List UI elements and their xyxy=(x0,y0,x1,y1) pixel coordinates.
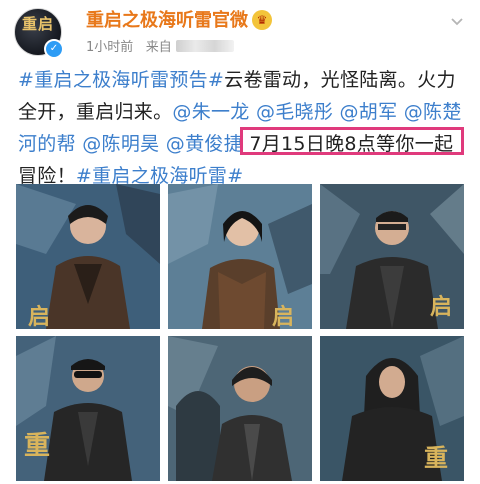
post-meta: 1小时前 来自 xyxy=(86,36,234,55)
poster-image[interactable]: 重 xyxy=(16,336,160,481)
svg-text:重: 重 xyxy=(424,443,448,472)
poster-art: 启 xyxy=(16,184,160,329)
poster-image[interactable]: 启 xyxy=(320,184,464,329)
verified-icon: ✓ xyxy=(44,39,64,59)
user-name[interactable]: 重启之极海听雷官微 ♛ xyxy=(86,6,272,32)
poster-art: 启 xyxy=(320,184,464,329)
poster-art xyxy=(168,336,312,481)
mention-link[interactable]: @陈明昊 xyxy=(82,133,159,155)
svg-text:启: 启 xyxy=(272,304,294,329)
post-source-prefix: 来自 xyxy=(145,40,172,55)
vip-crown-icon: ♛ xyxy=(252,10,272,30)
poster-art: 重 xyxy=(16,336,160,481)
redacted-source xyxy=(175,40,234,52)
post-text: #重启之极海听雷预告#云卷雷动，光怪陆离。火力全开，重启归来。@朱一龙 @毛晓彤… xyxy=(18,64,468,192)
chevron-down-icon[interactable] xyxy=(450,14,464,28)
mention-link[interactable]: @黄俊捷 xyxy=(166,133,243,155)
poster-image[interactable]: 启 xyxy=(168,184,312,329)
poster-image[interactable]: 重 xyxy=(320,336,464,481)
poster-art: 启 xyxy=(168,184,312,329)
svg-text:启: 启 xyxy=(430,294,452,320)
poster-image[interactable] xyxy=(168,336,312,481)
image-grid: 启 启 启 重 重 xyxy=(16,184,464,484)
user-name-text: 重启之极海听雷官微 xyxy=(86,10,248,31)
highlighted-text: 7月15日晚8点等你一 xyxy=(249,133,434,155)
poster-art: 重 xyxy=(320,336,464,481)
mention-link[interactable]: @毛晓彤 xyxy=(256,101,333,123)
post-time: 1小时前 xyxy=(86,40,134,55)
hashtag-link[interactable]: #重启之极海听雷预告# xyxy=(18,69,224,91)
svg-text:启: 启 xyxy=(28,304,50,329)
svg-text:重: 重 xyxy=(24,431,50,461)
mention-link[interactable]: @胡军 xyxy=(340,101,398,123)
poster-image[interactable]: 启 xyxy=(16,184,160,329)
mention-link[interactable]: @朱一龙 xyxy=(172,101,249,123)
